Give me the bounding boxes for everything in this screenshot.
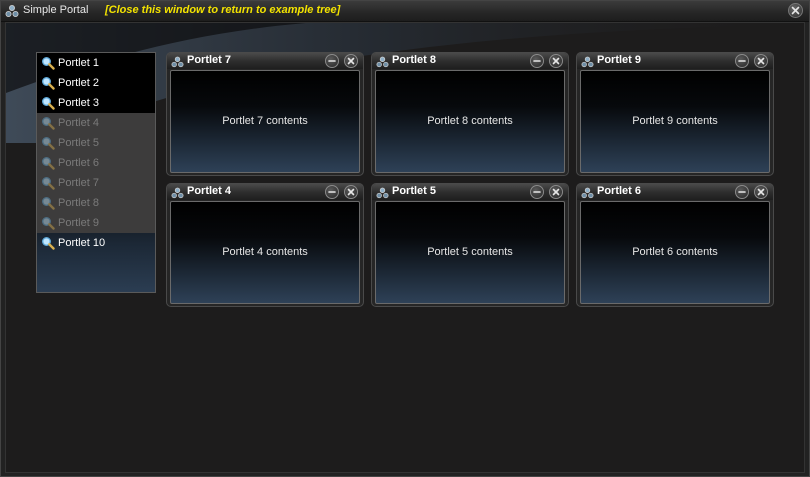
portlet-icon <box>5 4 19 18</box>
portlet-title: Portlet 9 <box>597 54 642 66</box>
portlet-contents: Portlet 5 contents <box>427 246 513 258</box>
portlet-body: Portlet 9 contents <box>580 70 770 173</box>
portlet-header[interactable]: Portlet 5 <box>372 184 568 200</box>
window-titlebar[interactable]: Simple Portal [Close this window to retu… <box>1 1 809 22</box>
portal-window: Simple Portal [Close this window to retu… <box>0 0 810 477</box>
portlet-title: Portlet 5 <box>392 185 437 197</box>
close-icon[interactable] <box>754 54 768 68</box>
list-item: Portlet 9 <box>37 213 155 233</box>
portlet-title: Portlet 8 <box>392 54 437 66</box>
list-item: Portlet 7 <box>37 173 155 193</box>
portlet-body: Portlet 4 contents <box>170 201 360 304</box>
portlet-title: Portlet 7 <box>187 54 232 66</box>
list-item: Portlet 8 <box>37 193 155 213</box>
portlet-contents: Portlet 6 contents <box>632 246 718 258</box>
portlet-title: Portlet 6 <box>597 185 642 197</box>
portlet[interactable]: Portlet 5 Portlet 5 contents <box>371 183 569 307</box>
portlet-body: Portlet 6 contents <box>580 201 770 304</box>
list-item-label: Portlet 10 <box>58 237 106 249</box>
list-item-label: Portlet 1 <box>58 57 99 69</box>
minimize-icon[interactable] <box>530 185 544 199</box>
window-subtitle: [Close this window to return to example … <box>105 4 341 16</box>
portlet[interactable]: Portlet 9 Portlet 9 contents <box>576 52 774 176</box>
portlet-contents: Portlet 7 contents <box>222 115 308 127</box>
list-item[interactable]: Portlet 10 <box>37 233 155 253</box>
portlet-header[interactable]: Portlet 9 <box>577 53 773 69</box>
list-item: Portlet 6 <box>37 153 155 173</box>
portlet-header[interactable]: Portlet 4 <box>167 184 363 200</box>
list-item-label: Portlet 3 <box>58 97 99 109</box>
list-item-label: Portlet 2 <box>58 77 99 89</box>
portlet-title: Portlet 4 <box>187 185 232 197</box>
portlet-body: Portlet 5 contents <box>375 201 565 304</box>
minimize-icon[interactable] <box>735 54 749 68</box>
list-item: Portlet 5 <box>37 133 155 153</box>
portal-canvas: Portlet 1 Portlet 2 Portlet 3 Portlet 4 Port… <box>5 22 805 473</box>
minimize-icon[interactable] <box>325 54 339 68</box>
portlet-contents: Portlet 4 contents <box>222 246 308 258</box>
list-item-label: Portlet 8 <box>58 197 99 209</box>
close-icon[interactable] <box>788 3 803 18</box>
close-icon[interactable] <box>754 185 768 199</box>
minimize-icon[interactable] <box>325 185 339 199</box>
close-icon[interactable] <box>344 54 358 68</box>
window-title: Simple Portal <box>23 4 89 16</box>
portlet-header[interactable]: Portlet 7 <box>167 53 363 69</box>
portlet-list: Portlet 1 Portlet 2 Portlet 3 Portlet 4 Port… <box>36 52 156 293</box>
close-icon[interactable] <box>549 185 563 199</box>
list-item[interactable]: Portlet 2 <box>37 73 155 93</box>
magnifier-icon <box>41 236 55 257</box>
portlet-header[interactable]: Portlet 8 <box>372 53 568 69</box>
close-icon[interactable] <box>549 54 563 68</box>
portlet[interactable]: Portlet 6 Portlet 6 contents <box>576 183 774 307</box>
list-item-label: Portlet 6 <box>58 157 99 169</box>
portlet[interactable]: Portlet 4 Portlet 4 contents <box>166 183 364 307</box>
list-item-label: Portlet 5 <box>58 137 99 149</box>
list-item[interactable]: Portlet 3 <box>37 93 155 113</box>
list-item-label: Portlet 4 <box>58 117 99 129</box>
minimize-icon[interactable] <box>530 54 544 68</box>
portlet[interactable]: Portlet 8 Portlet 8 contents <box>371 52 569 176</box>
portlet-body: Portlet 8 contents <box>375 70 565 173</box>
list-item-label: Portlet 7 <box>58 177 99 189</box>
portlet-header[interactable]: Portlet 6 <box>577 184 773 200</box>
portlet-contents: Portlet 9 contents <box>632 115 718 127</box>
minimize-icon[interactable] <box>735 185 749 199</box>
portlet-body: Portlet 7 contents <box>170 70 360 173</box>
list-item[interactable]: Portlet 1 <box>37 53 155 73</box>
close-icon[interactable] <box>344 185 358 199</box>
list-item: Portlet 4 <box>37 113 155 133</box>
portlet[interactable]: Portlet 7 Portlet 7 contents <box>166 52 364 176</box>
list-item-label: Portlet 9 <box>58 217 99 229</box>
portlet-contents: Portlet 8 contents <box>427 115 513 127</box>
